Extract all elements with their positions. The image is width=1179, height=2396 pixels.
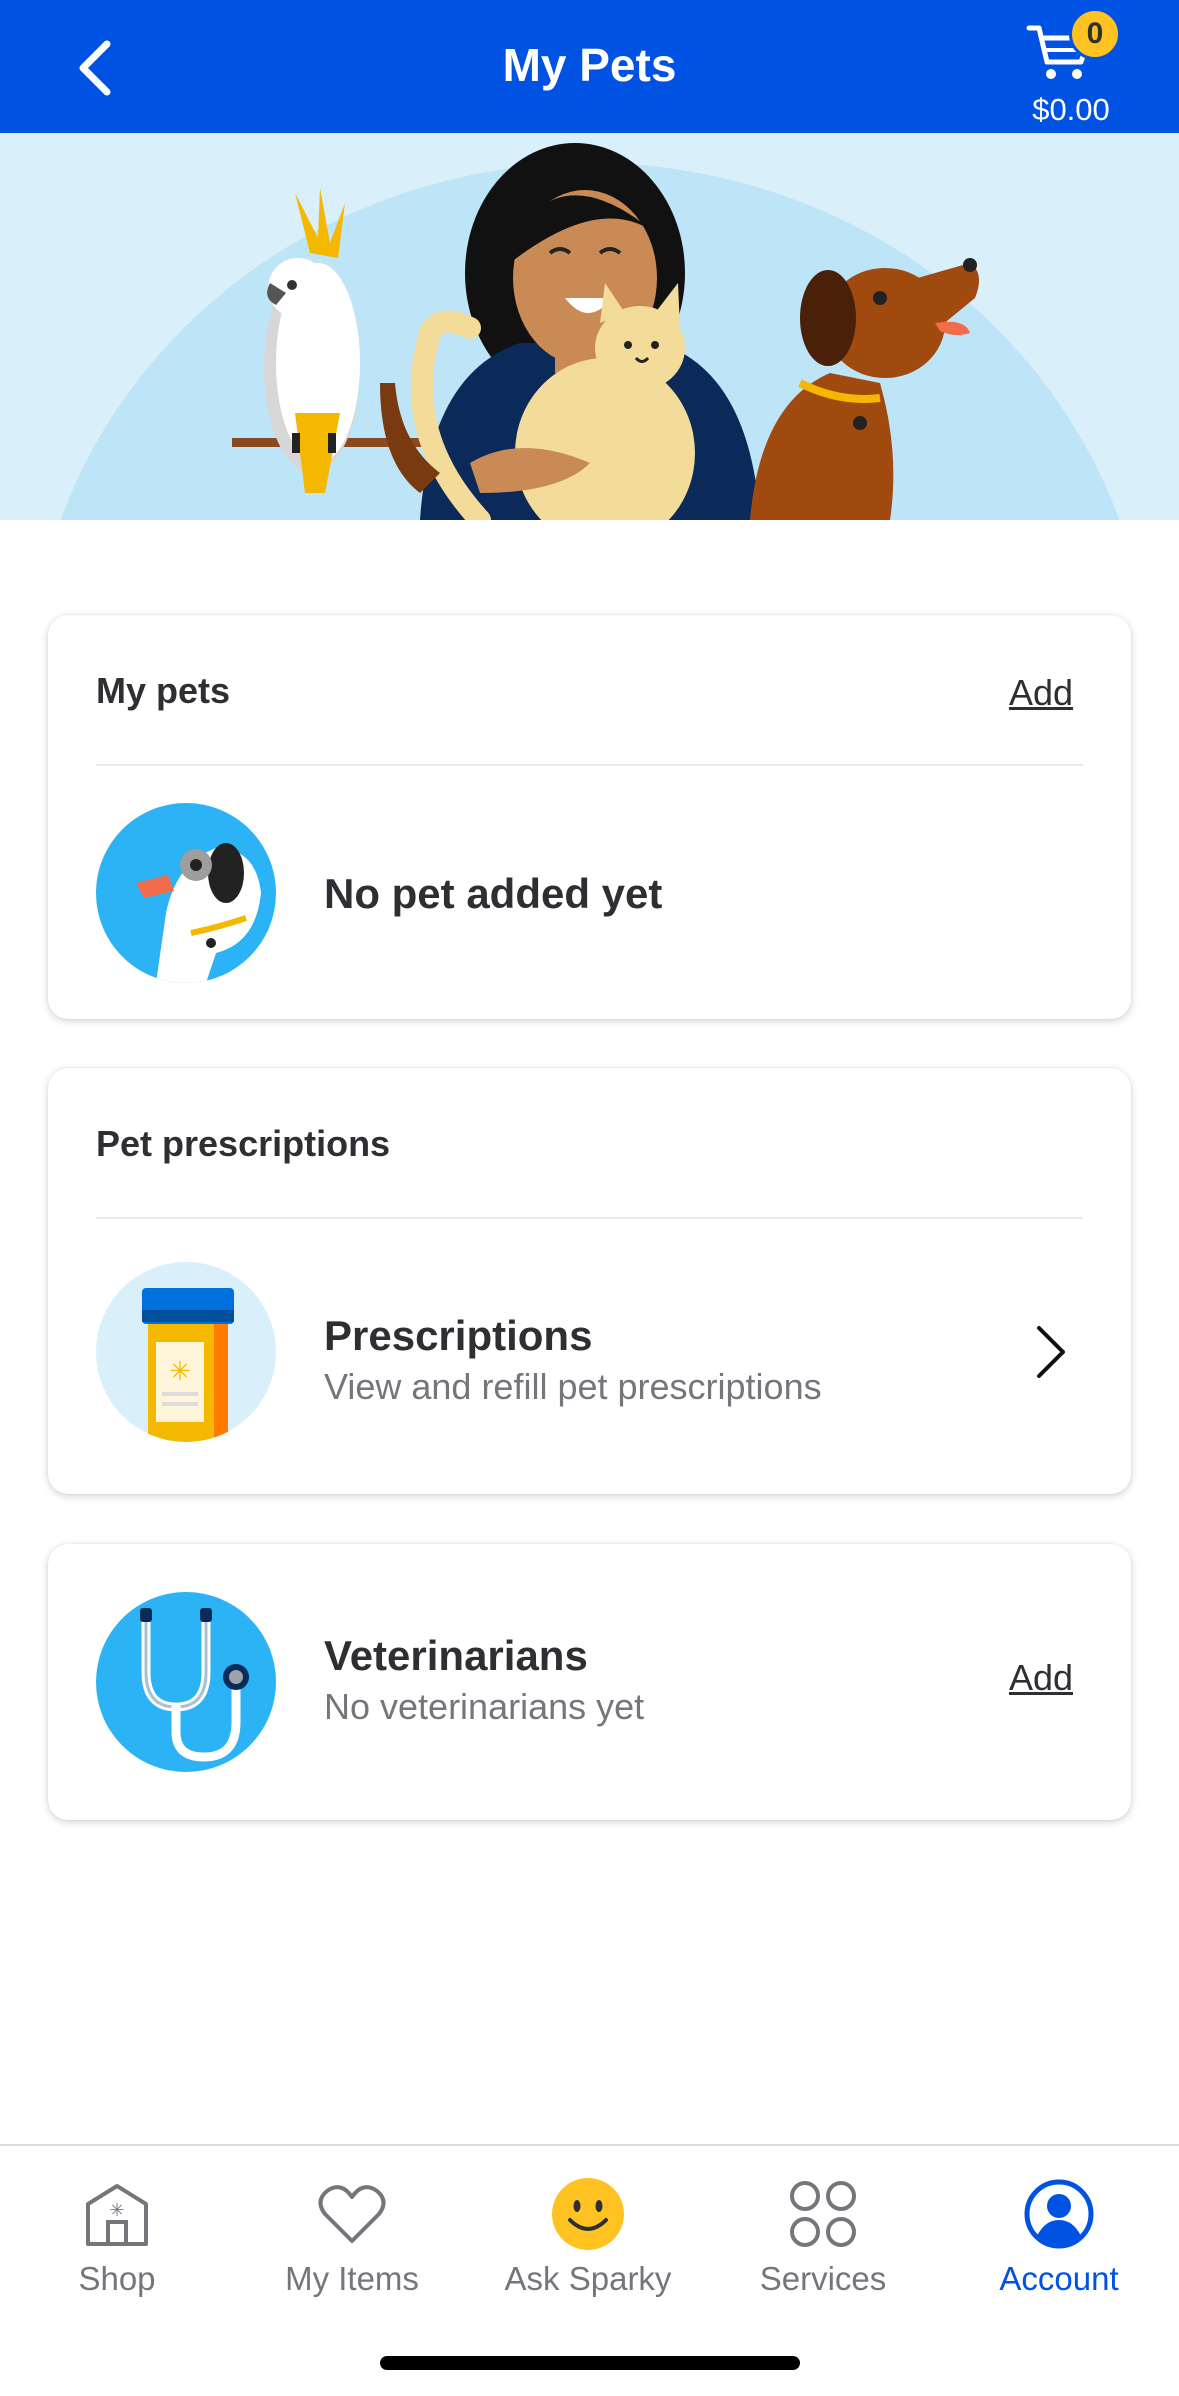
nav-account-label: Account: [999, 2260, 1119, 2297]
nav-shop[interactable]: ✳ Shop: [17, 2174, 217, 2304]
nav-ask-sparky[interactable]: Ask Sparky: [488, 2174, 688, 2304]
nav-ask-sparky-label: Ask Sparky: [504, 2260, 672, 2297]
chevron-right-icon: [1037, 1326, 1065, 1378]
svg-text:✳: ✳: [169, 1357, 191, 1387]
nav-services-label: Services: [759, 2260, 887, 2297]
my-pets-card: My pets Add No pet added yet: [48, 615, 1131, 1019]
veterinarians-card: Veterinarians No veterinarians yet Add: [48, 1544, 1131, 1820]
pet-placeholder-avatar: [96, 803, 276, 983]
cart-count-badge: 0: [1069, 8, 1121, 60]
heart-icon: [318, 2185, 386, 2243]
nav-account[interactable]: Account: [959, 2174, 1159, 2304]
dog-head-icon: [136, 843, 261, 983]
pill-bottle-avatar: ✳: [96, 1262, 276, 1442]
top-app-bar: My Pets 0 $0.00: [0, 0, 1179, 133]
account-icon: [1024, 2179, 1094, 2249]
add-veterinarian-link[interactable]: Add: [1009, 1657, 1073, 1699]
nav-shop-label: Shop: [78, 2260, 156, 2297]
prescriptions-subtitle: View and refill pet prescriptions: [324, 1366, 822, 1407]
nav-services[interactable]: Services: [723, 2174, 923, 2304]
sparky-smiley-icon: [552, 2178, 624, 2250]
svg-text:✳: ✳: [109, 2200, 124, 2221]
veterinarians-subtitle: No veterinarians yet: [324, 1686, 645, 1727]
nav-my-items[interactable]: My Items: [252, 2174, 452, 2304]
prescriptions-title: Prescriptions: [324, 1312, 593, 1359]
home-indicator: [380, 2356, 800, 2370]
my-pets-heading: My pets: [96, 670, 231, 711]
no-pet-text: No pet added yet: [324, 870, 663, 917]
cart-total: $0.00: [1032, 92, 1110, 127]
stethoscope-avatar: [96, 1592, 276, 1772]
nav-my-items-label: My Items: [285, 2260, 419, 2297]
hero-illustration: [0, 133, 1179, 520]
veterinarians-title: Veterinarians: [324, 1632, 588, 1679]
store-icon: ✳: [86, 2184, 148, 2246]
add-pet-link[interactable]: Add: [1009, 672, 1073, 714]
pet-prescriptions-card: Pet prescriptions ✳ Prescriptions View a…: [48, 1068, 1131, 1494]
pet-prescriptions-heading: Pet prescriptions: [96, 1123, 391, 1164]
stethoscope-icon: [140, 1608, 249, 1762]
divider: [96, 764, 1083, 766]
page-title: My Pets: [502, 39, 677, 91]
pill-bottle-icon: ✳: [142, 1288, 234, 1442]
prescriptions-row[interactable]: ✳ Prescriptions View and refill pet pres…: [48, 1218, 1131, 1494]
grid-circles-icon: [790, 2181, 856, 2247]
cart-button[interactable]: 0 $0.00: [1011, 4, 1131, 130]
